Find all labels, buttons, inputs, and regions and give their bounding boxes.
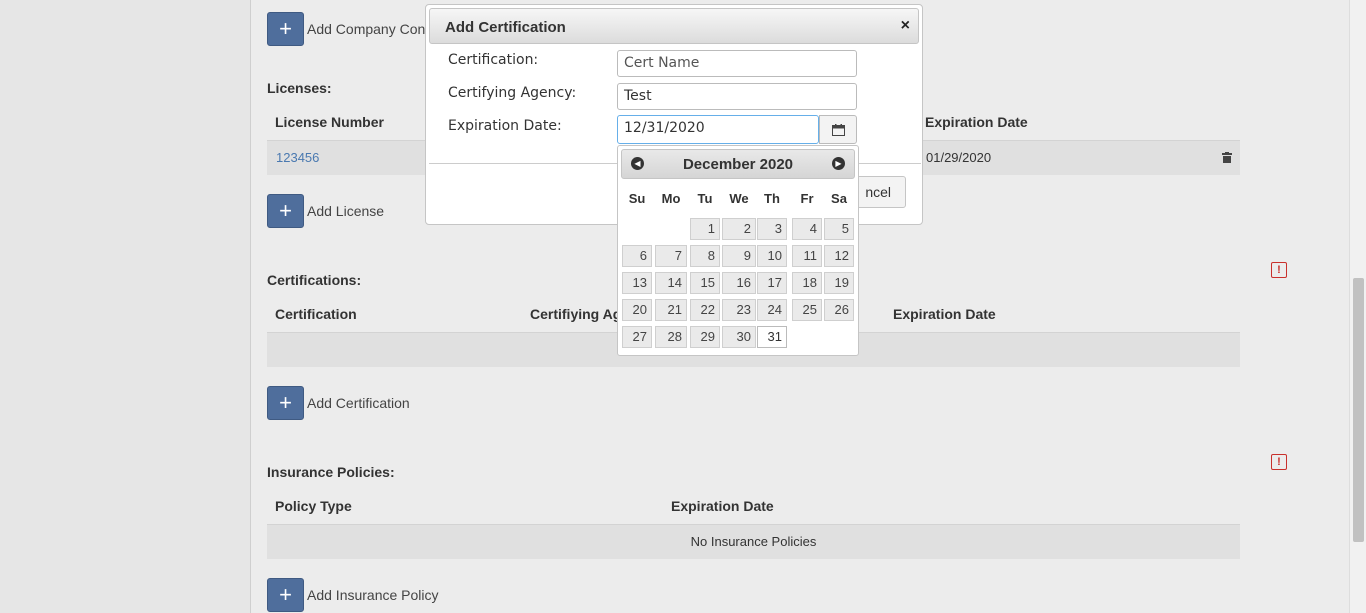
day-22[interactable]: 22 [690, 299, 720, 321]
day-20[interactable]: 20 [622, 299, 652, 321]
day-5[interactable]: 5 [824, 218, 854, 240]
day-12[interactable]: 12 [824, 245, 854, 267]
day-10[interactable]: 10 [757, 245, 787, 267]
day-11[interactable]: 11 [792, 245, 822, 267]
day-19[interactable]: 19 [824, 272, 854, 294]
page-scrollbar[interactable] [1349, 0, 1366, 613]
day-24[interactable]: 24 [757, 299, 787, 321]
add-insurance-button[interactable]: + [267, 578, 304, 612]
certifications-title: Certifications: [267, 272, 362, 288]
day-30[interactable]: 30 [722, 326, 756, 348]
day-18[interactable]: 18 [792, 272, 822, 294]
cancel-label: ncel [865, 184, 891, 200]
datepicker-header: December 2020 ◀ ▶ [621, 149, 855, 179]
add-certification-label[interactable]: Add Certification [307, 395, 410, 411]
trash-icon[interactable] [1222, 152, 1232, 163]
empty-message: No Insurance Policies [690, 534, 817, 549]
expiration-label: Expiration Date: [448, 118, 562, 134]
add-insurance-label[interactable]: Add Insurance Policy [307, 587, 439, 603]
weekday-su: Su [628, 191, 646, 206]
weekday-tu: Tu [697, 191, 713, 206]
dialog-title: Add Certification [445, 19, 566, 36]
insurance-alert-icon: ! [1271, 454, 1287, 470]
day-16[interactable]: 16 [722, 272, 756, 294]
add-company-contact-button[interactable]: + [267, 12, 304, 46]
licenses-title: Licenses: [267, 80, 332, 96]
weekday-we: We [729, 191, 749, 206]
calendar-icon [832, 124, 845, 136]
datepicker: December 2020 ◀ ▶ Su Mo Tu We Th Fr Sa 1 2 3 4 5 6 7 8… [617, 145, 859, 356]
day-21[interactable]: 21 [655, 299, 687, 321]
day-13[interactable]: 13 [622, 272, 652, 294]
day-1[interactable]: 1 [690, 218, 720, 240]
next-month-icon[interactable]: ▶ [832, 157, 845, 170]
license-number-header: License Number [275, 114, 384, 130]
day-6[interactable]: 6 [622, 245, 652, 267]
add-certification-button[interactable]: + [267, 386, 304, 420]
day-27[interactable]: 27 [622, 326, 652, 348]
prev-month-icon[interactable]: ◀ [631, 157, 644, 170]
day-8[interactable]: 8 [690, 245, 720, 267]
license-expiration-header: Expiration Date [925, 114, 1028, 130]
day-23[interactable]: 23 [722, 299, 756, 321]
weekday-sa: Sa [831, 191, 847, 206]
close-icon[interactable]: × [901, 17, 910, 35]
table-row: No Insurance Policies [267, 525, 1240, 559]
insurance-title: Insurance Policies: [267, 464, 395, 480]
day-17[interactable]: 17 [757, 272, 787, 294]
certification-header: Certification [275, 306, 357, 322]
certification-input[interactable]: Cert Name [617, 50, 857, 77]
day-15[interactable]: 15 [690, 272, 720, 294]
policy-type-header: Policy Type [275, 498, 352, 514]
insurance-table-header: Policy Type Expiration Date [267, 490, 1240, 526]
agency-header: Certifiying Age [530, 306, 630, 322]
expiration-date-input[interactable]: 12/31/2020 [617, 115, 819, 144]
datepicker-month-year: December 2020 [682, 156, 794, 173]
add-company-contact-label[interactable]: Add Company Conta [307, 21, 437, 37]
policy-expiration-header: Expiration Date [671, 498, 774, 514]
agency-input[interactable]: Test [617, 83, 857, 110]
license-expiration: 01/29/2020 [926, 150, 992, 165]
calendar-button[interactable] [819, 115, 857, 144]
day-2[interactable]: 2 [722, 218, 756, 240]
certification-expiration-header: Expiration Date [893, 306, 996, 322]
day-26[interactable]: 26 [824, 299, 854, 321]
certifications-alert-icon: ! [1271, 262, 1287, 278]
dialog-titlebar[interactable]: Add Certification × [429, 8, 919, 44]
agency-label: Certifying Agency: [448, 85, 577, 101]
day-28[interactable]: 28 [655, 326, 687, 348]
day-25[interactable]: 25 [792, 299, 822, 321]
certification-label: Certification: [448, 52, 539, 68]
weekday-th: Th [764, 191, 780, 206]
add-license-button[interactable]: + [267, 194, 304, 228]
add-license-label[interactable]: Add License [307, 203, 384, 219]
day-7[interactable]: 7 [655, 245, 687, 267]
weekday-mo: Mo [661, 191, 681, 206]
license-number-link[interactable]: 123456 [276, 150, 319, 165]
day-14[interactable]: 14 [655, 272, 687, 294]
scroll-thumb[interactable] [1353, 278, 1364, 542]
day-29[interactable]: 29 [690, 326, 720, 348]
day-31[interactable]: 31 [757, 326, 787, 348]
weekday-fr: Fr [800, 191, 814, 206]
day-4[interactable]: 4 [792, 218, 822, 240]
day-3[interactable]: 3 [757, 218, 787, 240]
day-9[interactable]: 9 [722, 245, 756, 267]
